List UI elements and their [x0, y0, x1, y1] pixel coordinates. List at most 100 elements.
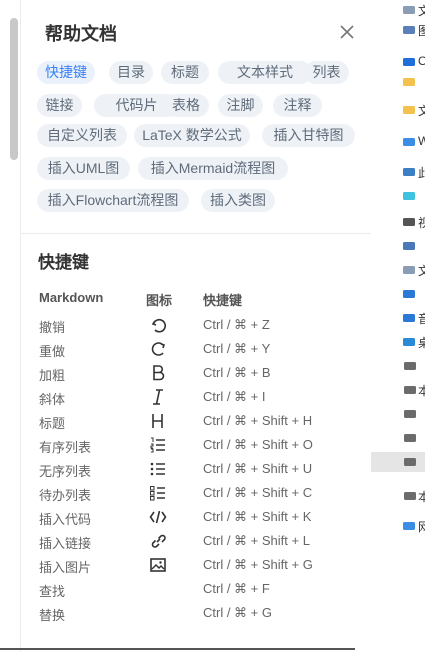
explorer-item[interactable]	[371, 452, 425, 472]
tag-14[interactable]: 插入Mermaid流程图	[138, 157, 288, 180]
explorer-item[interactable]	[371, 236, 425, 256]
row-label: 斜体	[39, 392, 66, 407]
table-row: 无序列表 Ctrl / ⌘ + Shift + U	[39, 461, 369, 479]
documents-icon	[402, 263, 416, 277]
tag-15[interactable]: 插入Flowchart流程图	[37, 189, 189, 212]
row-label: 插入代码	[39, 512, 92, 527]
shortcut-table-header: Markdown 图标 快捷键	[39, 290, 369, 308]
tag-5[interactable]: 链接	[37, 94, 82, 117]
pictures-icon	[402, 239, 416, 253]
explorer-item-label: 视	[418, 216, 425, 230]
tag-2[interactable]: 标题	[161, 61, 209, 84]
table-row: 待办列表 Ctrl / ⌘ + Shift + C	[39, 485, 369, 503]
tag-11[interactable]: LaTeX 数学公式	[134, 124, 250, 147]
heading-icon	[149, 412, 167, 430]
table-row: 加粗 Ctrl / ⌘ + B	[39, 365, 369, 383]
explorer-item[interactable]: 本	[371, 486, 425, 506]
row-label: 替换	[39, 608, 66, 623]
table-row: 查找 Ctrl / ⌘ + F	[39, 581, 369, 599]
onedrive-icon	[402, 55, 416, 69]
header-markdown: Markdown	[39, 290, 104, 305]
explorer-item-label: 桌	[418, 336, 425, 350]
downloads-icon	[402, 287, 416, 301]
table-row: 有序列表 Ctrl / ⌘ + Shift + O	[39, 437, 369, 455]
redo-icon	[149, 340, 167, 358]
explorer-item[interactable]: 文	[371, 260, 425, 280]
tag-13[interactable]: 插入UML图	[37, 157, 130, 180]
tag-9[interactable]: 注释	[273, 94, 322, 117]
explorer-item[interactable]: 音	[371, 308, 425, 328]
table-row: 斜体 Ctrl / ⌘ + I	[39, 389, 369, 407]
tag-7[interactable]: 表格	[163, 94, 209, 117]
desktop-icon	[402, 335, 416, 349]
row-shortcut: Ctrl / ⌘ + I	[203, 389, 266, 404]
explorer-item[interactable]: 本	[371, 380, 425, 400]
tag-3[interactable]: 文本样式	[218, 61, 312, 84]
section-title: 快捷键	[38, 253, 89, 272]
row-label: 插入链接	[39, 536, 92, 551]
image-file-icon	[402, 23, 416, 37]
scrollbar-thumb[interactable]	[10, 18, 18, 160]
tag-12[interactable]: 插入甘特图	[262, 124, 355, 147]
row-shortcut: Ctrl / ⌘ + F	[203, 581, 270, 596]
tag-0[interactable]: 快捷键	[37, 61, 95, 84]
file-explorer-strip: 文图O文W此视文音桌本本网	[371, 0, 425, 652]
explorer-item-label: 本	[418, 384, 425, 398]
row-shortcut: Ctrl / ⌘ + Shift + C	[203, 485, 313, 500]
link-icon	[149, 532, 167, 550]
tag-1[interactable]: 目录	[109, 61, 153, 84]
row-shortcut: Ctrl / ⌘ + B	[203, 365, 271, 380]
tag-4[interactable]: 列表	[304, 61, 349, 84]
explorer-item[interactable]: W	[371, 132, 425, 152]
table-row: 插入代码 Ctrl / ⌘ + Shift + K	[39, 509, 369, 527]
tag-16[interactable]: 插入类图	[201, 189, 275, 212]
row-shortcut: Ctrl / ⌘ + Shift + U	[203, 461, 313, 476]
computer-icon	[402, 165, 416, 179]
explorer-item-label: 文	[418, 4, 425, 18]
explorer-item[interactable]	[371, 186, 425, 206]
drive-icon	[403, 489, 417, 503]
row-shortcut: Ctrl / ⌘ + Shift + H	[203, 413, 313, 428]
help-panel: 帮助文档 快捷键 目录 标题 文本样式 列表 链接 代码片 表格 注脚 注释 自定义列表 LaTeX …	[0, 0, 372, 652]
cloud-icon	[402, 135, 416, 149]
explorer-item[interactable]: O	[371, 52, 425, 72]
explorer-item[interactable]	[371, 404, 425, 424]
table-row: 撤销 Ctrl / ⌘ + Z	[39, 317, 369, 335]
explorer-item[interactable]: 文	[371, 0, 425, 20]
header-icon: 图标	[146, 293, 173, 308]
row-shortcut: Ctrl / ⌘ + G	[203, 605, 272, 620]
explorer-item[interactable]: 桌	[371, 332, 425, 352]
explorer-item[interactable]: 视	[371, 212, 425, 232]
explorer-item[interactable]: 网	[371, 516, 425, 536]
drive-icon	[403, 407, 417, 421]
explorer-item[interactable]	[371, 356, 425, 376]
explorer-item[interactable]: 图	[371, 20, 425, 40]
explorer-item[interactable]: 此	[371, 162, 425, 182]
explorer-item[interactable]	[371, 284, 425, 304]
row-label: 查找	[39, 584, 66, 599]
drive-icon	[403, 455, 417, 469]
music-icon	[402, 311, 416, 325]
panel-title: 帮助文档	[45, 24, 117, 44]
table-row: 标题 Ctrl / ⌘ + Shift + H	[39, 413, 369, 431]
explorer-item[interactable]	[371, 72, 425, 92]
ordered-list-icon	[149, 436, 167, 454]
tag-10[interactable]: 自定义列表	[37, 124, 127, 147]
explorer-item-label: O	[418, 54, 425, 68]
network-icon	[402, 519, 416, 533]
explorer-item-label: 此	[418, 166, 425, 180]
italic-icon	[149, 388, 167, 406]
drive-icon	[403, 431, 417, 445]
todo-list-icon	[149, 484, 167, 502]
explorer-item[interactable]: 文	[371, 100, 425, 120]
explorer-item[interactable]	[371, 428, 425, 448]
tag-8[interactable]: 注脚	[218, 94, 263, 117]
row-label: 加粗	[39, 368, 66, 383]
table-row: 重做 Ctrl / ⌘ + Y	[39, 341, 369, 359]
row-shortcut: Ctrl / ⌘ + Shift + K	[203, 509, 312, 524]
image-icon	[149, 556, 167, 574]
close-icon[interactable]	[337, 22, 357, 42]
bold-icon	[149, 364, 167, 382]
explorer-item-label: 网	[418, 520, 425, 534]
row-label: 无序列表	[39, 464, 92, 479]
